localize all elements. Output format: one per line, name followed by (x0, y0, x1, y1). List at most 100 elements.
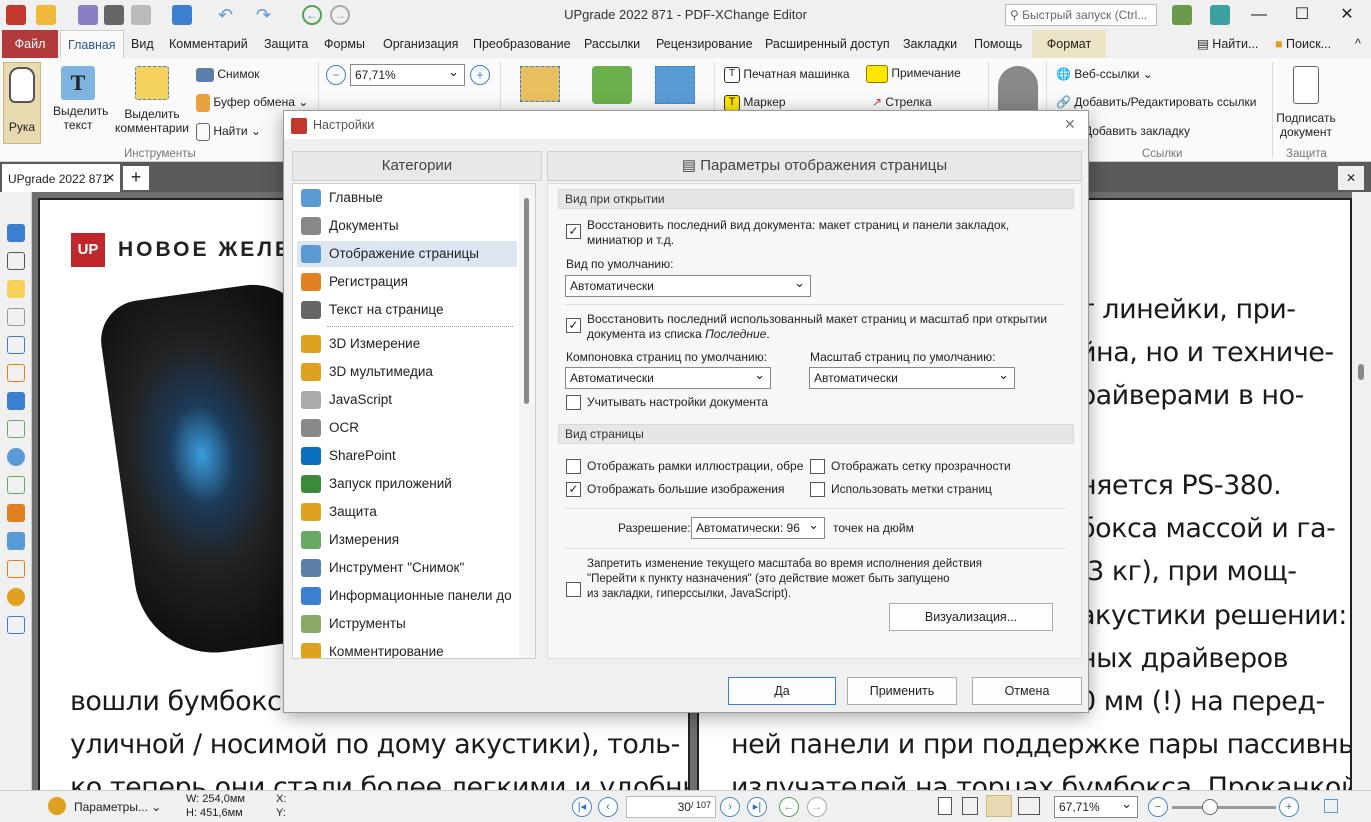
settings-icon[interactable] (1172, 5, 1192, 25)
category-item[interactable]: Главные (297, 185, 517, 211)
add-bookmark-button[interactable]: Добавить закладку (1084, 124, 1190, 138)
ok-button[interactable]: Да (728, 677, 836, 705)
zoom-select[interactable]: 67,71% (350, 64, 465, 86)
category-item[interactable]: Отображение страницы (297, 241, 517, 267)
close-document-button[interactable]: ✕ (1338, 166, 1364, 190)
destinations-icon[interactable] (7, 448, 25, 466)
tab-file[interactable]: Файл (2, 30, 58, 58)
tab-format[interactable]: Формат (1032, 30, 1106, 58)
zoom-out-button[interactable]: − (326, 65, 346, 85)
category-item[interactable]: Измерения (297, 527, 517, 553)
tab-organize[interactable]: Организация (376, 30, 465, 58)
category-item[interactable]: Текст на странице (297, 297, 517, 323)
layout-select[interactable]: Автоматически (565, 367, 771, 389)
category-item[interactable]: Защита (297, 499, 517, 525)
close-button[interactable]: ✕ (1325, 3, 1369, 27)
default-view-select[interactable]: Автоматически (565, 275, 811, 297)
panel-toggle-icon[interactable] (1324, 799, 1338, 813)
tab-comment[interactable]: Комментарий (162, 30, 255, 58)
tab-protect[interactable]: Защита (257, 30, 315, 58)
properties-icon[interactable] (7, 336, 25, 354)
collapse-ribbon-button[interactable]: ^ (1348, 30, 1368, 58)
continuous-icon[interactable] (962, 797, 978, 815)
category-item[interactable]: Регистрация (297, 269, 517, 295)
search-button[interactable]: ■ Поиск... (1268, 30, 1338, 58)
facing-continuous-icon[interactable] (1018, 797, 1040, 815)
add-edit-links-button[interactable]: 🔗 Добавить/Редактировать ссылки (1056, 95, 1256, 109)
reading-order-icon[interactable] (7, 616, 25, 634)
select-text-button[interactable]: T Выделить текст (50, 66, 108, 132)
stamp-icon[interactable] (998, 66, 1038, 116)
tab-help[interactable]: Помощь (967, 30, 1029, 58)
quick-launch-input[interactable]: ⚲ Быстрый запуск (Ctrl... (1005, 4, 1157, 26)
comments-panel-icon[interactable] (7, 280, 25, 298)
show-large-images-checkbox[interactable]: ✓ (566, 482, 581, 497)
tab-convert[interactable]: Преобразование (466, 30, 578, 58)
tab-forms[interactable]: Формы (317, 30, 372, 58)
tab-home[interactable]: Главная (60, 30, 124, 58)
prevent-zoom-checkbox[interactable] (566, 582, 581, 597)
add-shape-icon[interactable] (655, 66, 695, 104)
category-item[interactable]: 3D Измерение (297, 331, 517, 357)
zoom-slider[interactable] (1172, 806, 1276, 809)
category-item[interactable]: Комментирование (297, 639, 517, 658)
dialog-close-button[interactable]: ✕ (1064, 116, 1076, 133)
note-button[interactable]: Примечание (866, 65, 961, 83)
tab-share[interactable]: Расширенный доступ (758, 30, 897, 58)
new-tab-button[interactable]: + (123, 166, 149, 190)
tab-view[interactable]: Вид (124, 30, 161, 58)
add-image-icon[interactable] (592, 66, 632, 104)
scrollbar-thumb[interactable] (1358, 364, 1364, 380)
layers-icon[interactable] (7, 392, 25, 410)
tab-mailings[interactable]: Рассылки (577, 30, 647, 58)
category-item[interactable]: OCR (297, 415, 517, 441)
categories-scrollbar[interactable] (519, 184, 535, 658)
tags-icon[interactable] (7, 532, 25, 550)
minimize-button[interactable]: — (1237, 3, 1281, 27)
marker-button[interactable]: T Маркер (724, 95, 786, 111)
snapshot-button[interactable]: Снимок (196, 67, 260, 82)
category-item[interactable]: 3D мультимедиа (297, 359, 517, 385)
category-item[interactable]: JavaScript (297, 387, 517, 413)
category-item[interactable]: Информационные панели до (297, 583, 517, 609)
back-view-button[interactable]: ← (779, 797, 799, 817)
select-comments-button[interactable]: Выделить комментарии (112, 66, 192, 135)
find-ribbon-button[interactable]: Найти ⌄ (196, 123, 261, 141)
order-icon[interactable] (7, 560, 25, 578)
typewriter-button[interactable]: T Печатная машинка (724, 67, 850, 83)
add-text-box-icon[interactable] (520, 66, 560, 102)
status-zoom-select[interactable]: 67,71% (1054, 796, 1138, 818)
restore-layout-checkbox[interactable]: ✓ (566, 318, 581, 333)
document-tab[interactable]: UPgrade 2022 871 ✕ (2, 164, 120, 192)
category-item[interactable]: Иструменты (297, 611, 517, 637)
status-zoom-out-button[interactable]: − (1148, 797, 1168, 817)
cancel-button[interactable]: Отмена (972, 677, 1082, 705)
show-art-checkbox[interactable] (566, 459, 581, 474)
resolution-select[interactable]: Автоматически: 96 (691, 517, 825, 539)
status-zoom-in-button[interactable]: + (1279, 797, 1299, 817)
prev-page-button[interactable]: ‹ (598, 797, 618, 817)
tab-review[interactable]: Рецензирование (649, 30, 760, 58)
scrollbar-thumb[interactable] (524, 198, 529, 404)
zoom-default-select[interactable]: Автоматически (809, 367, 1015, 389)
show-grid-checkbox[interactable] (810, 459, 825, 474)
pages-icon[interactable] (7, 252, 25, 270)
page-labels-checkbox[interactable] (810, 482, 825, 497)
facing-pages-icon[interactable] (986, 795, 1012, 817)
links-icon[interactable] (7, 504, 25, 522)
first-page-button[interactable]: |◂ (572, 797, 592, 817)
arrow-button[interactable]: ↗ Стрелка (872, 95, 932, 109)
forward-view-button[interactable]: → (807, 797, 827, 817)
zoom-in-button[interactable]: + (470, 65, 490, 85)
content-icon[interactable] (7, 420, 25, 438)
category-item[interactable]: Инструмент "Снимок" (297, 555, 517, 581)
maximize-button[interactable]: ☐ (1280, 3, 1324, 27)
page-number-input[interactable]: 30/ 107 (626, 796, 716, 818)
restore-view-checkbox[interactable]: ✓ (566, 224, 581, 239)
signatures-icon[interactable] (7, 364, 25, 382)
sign-document-button[interactable]: Подписать документ (1276, 66, 1336, 139)
structure-icon[interactable] (7, 476, 25, 494)
next-page-button[interactable]: › (720, 797, 740, 817)
last-page-button[interactable]: ▸| (747, 797, 767, 817)
attachments-icon[interactable] (7, 308, 25, 326)
